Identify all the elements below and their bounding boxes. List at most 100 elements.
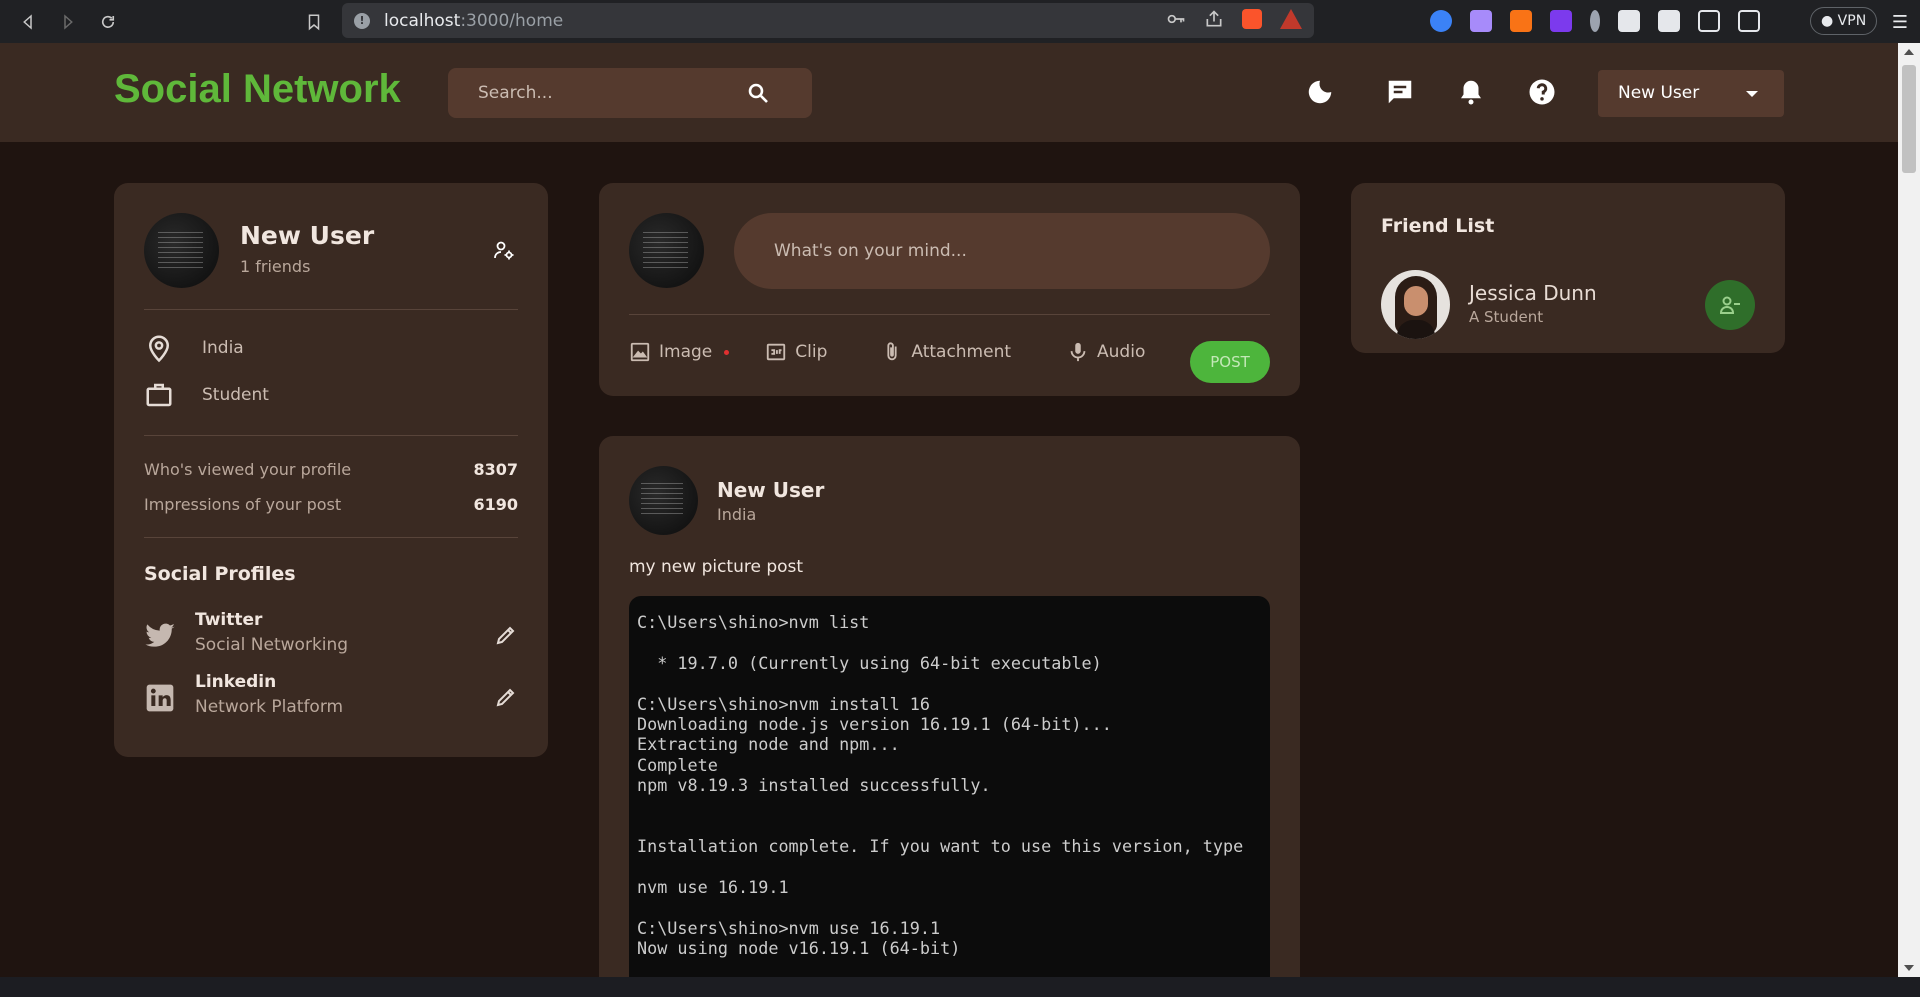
dark-mode-icon[interactable] [1305,77,1335,107]
terminal-line: * 19.7.0 (Currently using 64-bit executa… [637,652,1102,673]
tool-label: Image [659,342,713,362]
briefcase-icon [146,383,172,407]
social-sub: Network Platform [195,697,344,717]
brave-shield-icon[interactable] [1242,9,1262,29]
extensions-puzzle-icon[interactable] [1618,10,1640,32]
attachment-icon [887,342,897,361]
avatar[interactable] [629,466,698,535]
app-navbar: Social Network New User [0,43,1898,142]
terminal-line: C:\Users\shino>nvm list [637,612,870,632]
terminal-line: npm v8.19.3 installed successfully. [637,775,991,796]
stat-value: 6190 [473,495,518,514]
scroll-down-icon[interactable] [1904,965,1914,971]
post-button[interactable]: POST [1190,341,1270,383]
friend-avatar[interactable] [1381,270,1450,339]
twitter-icon [145,623,175,647]
menu-icon[interactable]: ☰ [1892,12,1908,33]
social-twitter: Twitter Social Networking [144,610,518,660]
post-image[interactable]: C:\Users\shino>nvm list * 19.7.0 (Curren… [629,596,1270,996]
tool-label: Attachment [911,342,1012,362]
tool-label: Clip [795,342,828,362]
image-tool[interactable]: Image [629,341,730,363]
gif-icon [767,343,786,361]
messages-icon[interactable] [1385,77,1415,107]
playlist-icon[interactable] [1658,10,1680,32]
manage-account-icon[interactable] [492,238,516,262]
post-location: India [717,505,757,524]
post-author[interactable]: New User [717,478,824,502]
extensions-bar [1430,10,1760,32]
microphone-icon [1070,342,1086,362]
person-remove-icon [1719,296,1740,314]
bookmark-icon[interactable] [294,2,334,42]
os-taskbar [0,977,1920,997]
help-icon[interactable] [1527,77,1557,107]
stat-profile-views: Who's viewed your profile 8307 [144,460,518,479]
extension-drop-icon[interactable] [1590,10,1600,32]
audio-tool[interactable]: Audio [1067,341,1145,363]
extension-v-icon[interactable] [1550,10,1572,32]
scrollbar-thumb[interactable] [1902,65,1916,173]
extension-diamond-icon[interactable] [1430,10,1452,32]
terminal-line: nvm use 16.19.1 [637,877,789,898]
terminal-line: C:\Users\shino>nvm use 16.19.1 [637,917,941,938]
divider [144,537,518,538]
location-row: India [144,333,244,363]
divider [629,314,1270,315]
tool-label: Audio [1097,342,1146,362]
terminal-line: Now using node v16.19.1 (64-bit) [637,938,961,959]
vpn-button[interactable]: ● VPN [1810,7,1878,35]
stat-value: 8307 [473,460,518,479]
address-bar[interactable]: ! localhost:3000/home [342,3,1314,38]
post-composer: What's on your mind... Image Clip Attach… [599,183,1300,396]
sidebar-icon[interactable] [1698,10,1720,32]
clip-tool[interactable]: Clip [765,341,827,363]
reload-icon[interactable] [88,2,128,42]
friend-subtitle: A Student [1469,308,1544,326]
app-logo[interactable]: Social Network [114,67,401,112]
terminal-line: Complete [637,754,718,775]
divider [144,309,518,310]
edit-icon[interactable] [494,623,518,647]
attachment-tool[interactable]: Attachment [881,341,1011,363]
share-icon[interactable] [1204,9,1224,29]
scroll-up-icon[interactable] [1904,49,1914,55]
brave-rewards-icon[interactable] [1280,9,1302,29]
remove-friend-button[interactable] [1705,280,1755,330]
page-scrollbar[interactable] [1898,43,1920,977]
edit-icon[interactable] [494,685,518,709]
site-info-icon[interactable]: ! [354,12,370,29]
avatar-body [1397,320,1435,339]
back-icon[interactable] [8,2,48,42]
social-name: Twitter [195,610,263,630]
post-text: my new picture post [629,557,804,577]
friend-list-card: Friend List Jessica Dunn A Student [1351,183,1785,353]
social-profiles-title: Social Profiles [144,563,296,585]
search-input[interactable] [448,68,728,118]
extension-metamask-icon[interactable] [1510,10,1532,32]
profile-name[interactable]: New User [240,221,374,250]
post-input[interactable]: What's on your mind... [734,213,1270,289]
notifications-icon[interactable] [1456,77,1486,107]
avatar[interactable] [144,213,219,288]
terminal-line: Downloading node.js version 16.19.1 (64-… [637,713,1112,734]
key-icon[interactable] [1166,9,1186,29]
search-icon[interactable] [746,81,770,105]
occupation-row: Student [144,380,269,410]
user-dropdown[interactable]: New User [1598,70,1784,117]
avatar-face [1404,286,1428,316]
caret-down-icon [1746,91,1758,97]
terminal-line: Extracting node and npm... [637,734,900,755]
friend-name[interactable]: Jessica Dunn [1469,281,1597,305]
wallet-icon[interactable] [1738,10,1760,32]
social-name: Linkedin [195,672,277,692]
friend-count: 1 friends [240,257,311,276]
forward-icon[interactable] [48,2,88,42]
url-path: :3000/home [460,10,564,31]
extension-feather-icon[interactable] [1470,10,1492,32]
